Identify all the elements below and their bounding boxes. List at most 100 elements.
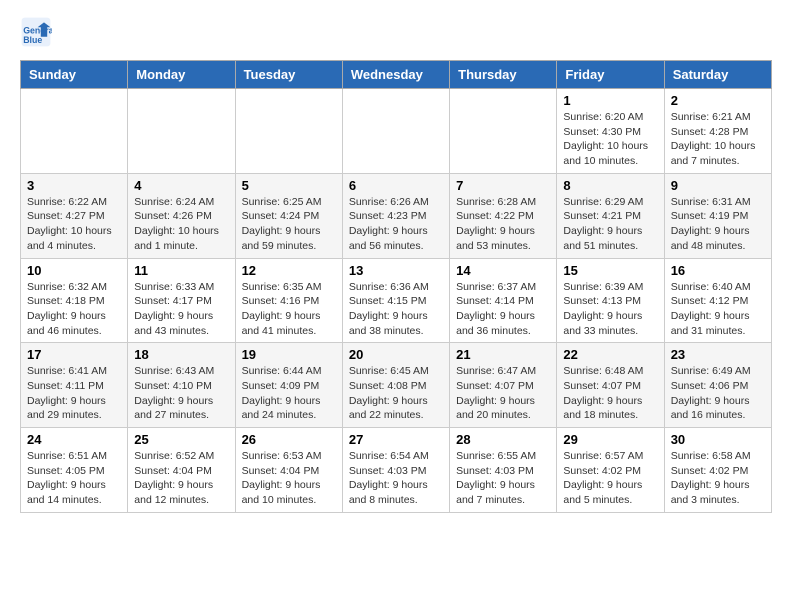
day-info: Sunrise: 6:48 AM Sunset: 4:07 PM Dayligh…: [563, 364, 657, 423]
weekday-header-wednesday: Wednesday: [342, 61, 449, 89]
calendar-cell: 8Sunrise: 6:29 AM Sunset: 4:21 PM Daylig…: [557, 173, 664, 258]
day-number: 18: [134, 347, 228, 362]
calendar-cell: 18 Sunrise: 6:43 AM Sunset: 4:10 PM Dayli…: [128, 343, 235, 428]
day-info: Sunrise: 6:26 AM Sunset: 4:23 PM Dayligh…: [349, 195, 443, 254]
day-info: Sunrise: 6:39 AM Sunset: 4:13 PM Dayligh…: [563, 280, 657, 339]
day-number: 6: [349, 178, 443, 193]
day-number: 10: [27, 263, 121, 278]
calendar-cell: 3 Sunrise: 6:22 AM Sunset: 4:27 PM Daylig…: [21, 173, 128, 258]
calendar-cell: 22 Sunrise: 6:48 AM Sunset: 4:07 PM Dayli…: [557, 343, 664, 428]
day-info: Sunrise: 6:24 AM Sunset: 4:26 PM Dayligh…: [134, 195, 228, 254]
day-number: 22: [563, 347, 657, 362]
logo-icon: General Blue: [20, 16, 52, 48]
calendar-cell: 28Sunrise: 6:55 AM Sunset: 4:03 PM Dayli…: [450, 428, 557, 513]
day-info: Sunrise: 6:29 AM Sunset: 4:21 PM Dayligh…: [563, 195, 657, 254]
calendar-cell: 7 Sunrise: 6:28 AM Sunset: 4:22 PM Daylig…: [450, 173, 557, 258]
day-number: 7: [456, 178, 550, 193]
day-info: Sunrise: 6:57 AM Sunset: 4:02 PM Dayligh…: [563, 449, 657, 508]
day-info: Sunrise: 6:25 AM Sunset: 4:24 PM Dayligh…: [242, 195, 336, 254]
weekday-header-row: SundayMondayTuesdayWednesdayThursdayFrid…: [21, 61, 772, 89]
week-row-1: 1Sunrise: 6:20 AM Sunset: 4:30 PM Daylig…: [21, 89, 772, 174]
day-info: Sunrise: 6:58 AM Sunset: 4:02 PM Dayligh…: [671, 449, 765, 508]
calendar-table: SundayMondayTuesdayWednesdayThursdayFrid…: [20, 60, 772, 513]
day-info: Sunrise: 6:21 AM Sunset: 4:28 PM Dayligh…: [671, 110, 765, 169]
day-info: Sunrise: 6:52 AM Sunset: 4:04 PM Dayligh…: [134, 449, 228, 508]
calendar-cell: [128, 89, 235, 174]
day-number: 17: [27, 347, 121, 362]
day-number: 4: [134, 178, 228, 193]
day-info: Sunrise: 6:45 AM Sunset: 4:08 PM Dayligh…: [349, 364, 443, 423]
day-number: 3: [27, 178, 121, 193]
day-info: Sunrise: 6:47 AM Sunset: 4:07 PM Dayligh…: [456, 364, 550, 423]
week-row-2: 3 Sunrise: 6:22 AM Sunset: 4:27 PM Daylig…: [21, 173, 772, 258]
weekday-header-saturday: Saturday: [664, 61, 771, 89]
day-info: Sunrise: 6:44 AM Sunset: 4:09 PM Dayligh…: [242, 364, 336, 423]
calendar-cell: 29 Sunrise: 6:57 AM Sunset: 4:02 PM Dayli…: [557, 428, 664, 513]
day-number: 13: [349, 263, 443, 278]
calendar-cell: [342, 89, 449, 174]
page-container: General Blue SundayMondayTuesdayWednesda…: [0, 0, 792, 529]
weekday-header-friday: Friday: [557, 61, 664, 89]
logo: General Blue: [20, 16, 56, 48]
day-number: 5: [242, 178, 336, 193]
day-info: Sunrise: 6:37 AM Sunset: 4:14 PM Dayligh…: [456, 280, 550, 339]
calendar-cell: 10 Sunrise: 6:32 AM Sunset: 4:18 PM Dayli…: [21, 258, 128, 343]
calendar-cell: 24 Sunrise: 6:51 AM Sunset: 4:05 PM Dayli…: [21, 428, 128, 513]
weekday-header-monday: Monday: [128, 61, 235, 89]
day-info: Sunrise: 6:31 AM Sunset: 4:19 PM Dayligh…: [671, 195, 765, 254]
calendar-cell: 2 Sunrise: 6:21 AM Sunset: 4:28 PM Daylig…: [664, 89, 771, 174]
day-info: Sunrise: 6:53 AM Sunset: 4:04 PM Dayligh…: [242, 449, 336, 508]
day-number: 9: [671, 178, 765, 193]
calendar-cell: 19Sunrise: 6:44 AM Sunset: 4:09 PM Dayli…: [235, 343, 342, 428]
calendar-cell: 30 Sunrise: 6:58 AM Sunset: 4:02 PM Dayli…: [664, 428, 771, 513]
calendar-cell: 11Sunrise: 6:33 AM Sunset: 4:17 PM Dayli…: [128, 258, 235, 343]
calendar-cell: 16Sunrise: 6:40 AM Sunset: 4:12 PM Dayli…: [664, 258, 771, 343]
calendar-cell: 5 Sunrise: 6:25 AM Sunset: 4:24 PM Daylig…: [235, 173, 342, 258]
calendar-cell: 14 Sunrise: 6:37 AM Sunset: 4:14 PM Dayli…: [450, 258, 557, 343]
day-number: 23: [671, 347, 765, 362]
day-number: 21: [456, 347, 550, 362]
weekday-header-sunday: Sunday: [21, 61, 128, 89]
day-info: Sunrise: 6:49 AM Sunset: 4:06 PM Dayligh…: [671, 364, 765, 423]
day-info: Sunrise: 6:41 AM Sunset: 4:11 PM Dayligh…: [27, 364, 121, 423]
day-number: 29: [563, 432, 657, 447]
day-number: 25: [134, 432, 228, 447]
calendar-cell: 23 Sunrise: 6:49 AM Sunset: 4:06 PM Dayli…: [664, 343, 771, 428]
calendar-cell: 4 Sunrise: 6:24 AM Sunset: 4:26 PM Daylig…: [128, 173, 235, 258]
calendar-cell: 6 Sunrise: 6:26 AM Sunset: 4:23 PM Daylig…: [342, 173, 449, 258]
day-number: 24: [27, 432, 121, 447]
day-info: Sunrise: 6:28 AM Sunset: 4:22 PM Dayligh…: [456, 195, 550, 254]
day-info: Sunrise: 6:33 AM Sunset: 4:17 PM Dayligh…: [134, 280, 228, 339]
calendar-cell: [21, 89, 128, 174]
weekday-header-thursday: Thursday: [450, 61, 557, 89]
day-info: Sunrise: 6:35 AM Sunset: 4:16 PM Dayligh…: [242, 280, 336, 339]
day-info: Sunrise: 6:32 AM Sunset: 4:18 PM Dayligh…: [27, 280, 121, 339]
day-number: 27: [349, 432, 443, 447]
calendar-cell: 25 Sunrise: 6:52 AM Sunset: 4:04 PM Dayli…: [128, 428, 235, 513]
calendar-cell: 1Sunrise: 6:20 AM Sunset: 4:30 PM Daylig…: [557, 89, 664, 174]
day-number: 14: [456, 263, 550, 278]
page-header: General Blue: [20, 16, 772, 48]
week-row-4: 17 Sunrise: 6:41 AM Sunset: 4:11 PM Dayli…: [21, 343, 772, 428]
calendar-cell: [235, 89, 342, 174]
weekday-header-tuesday: Tuesday: [235, 61, 342, 89]
calendar-cell: [450, 89, 557, 174]
day-info: Sunrise: 6:43 AM Sunset: 4:10 PM Dayligh…: [134, 364, 228, 423]
day-info: Sunrise: 6:22 AM Sunset: 4:27 PM Dayligh…: [27, 195, 121, 254]
calendar-cell: 15Sunrise: 6:39 AM Sunset: 4:13 PM Dayli…: [557, 258, 664, 343]
week-row-5: 24 Sunrise: 6:51 AM Sunset: 4:05 PM Dayli…: [21, 428, 772, 513]
week-row-3: 10 Sunrise: 6:32 AM Sunset: 4:18 PM Dayli…: [21, 258, 772, 343]
day-info: Sunrise: 6:51 AM Sunset: 4:05 PM Dayligh…: [27, 449, 121, 508]
day-number: 2: [671, 93, 765, 108]
day-info: Sunrise: 6:36 AM Sunset: 4:15 PM Dayligh…: [349, 280, 443, 339]
day-number: 26: [242, 432, 336, 447]
calendar-cell: 17 Sunrise: 6:41 AM Sunset: 4:11 PM Dayli…: [21, 343, 128, 428]
calendar-cell: 27 Sunrise: 6:54 AM Sunset: 4:03 PM Dayli…: [342, 428, 449, 513]
day-number: 30: [671, 432, 765, 447]
day-number: 12: [242, 263, 336, 278]
calendar-cell: 20Sunrise: 6:45 AM Sunset: 4:08 PM Dayli…: [342, 343, 449, 428]
day-info: Sunrise: 6:40 AM Sunset: 4:12 PM Dayligh…: [671, 280, 765, 339]
day-info: Sunrise: 6:54 AM Sunset: 4:03 PM Dayligh…: [349, 449, 443, 508]
calendar-cell: 26 Sunrise: 6:53 AM Sunset: 4:04 PM Dayli…: [235, 428, 342, 513]
day-info: Sunrise: 6:20 AM Sunset: 4:30 PM Dayligh…: [563, 110, 657, 169]
